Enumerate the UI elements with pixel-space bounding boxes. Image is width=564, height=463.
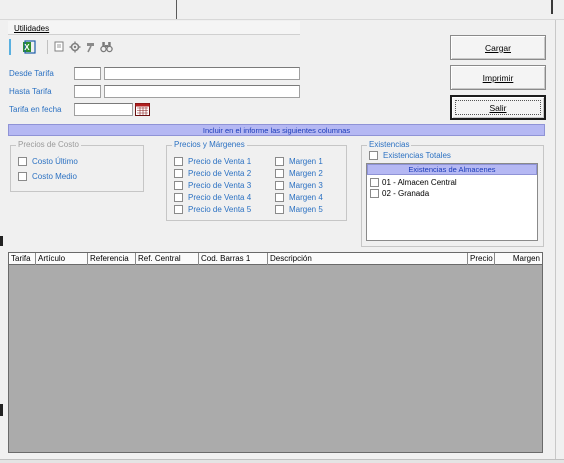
checkbox-box — [174, 205, 183, 214]
grid-header: Tarifa Artículo Referencia Ref. Central … — [9, 253, 542, 265]
checkbox-box — [18, 157, 27, 166]
precio-venta-1-checkbox[interactable]: Precio de Venta 1 — [174, 157, 251, 166]
checkbox-box — [174, 169, 183, 178]
tarifa-fecha-input[interactable] — [74, 103, 133, 116]
column-cod-barras[interactable]: Cod. Barras 1 — [199, 253, 268, 265]
svg-text:X: X — [24, 43, 30, 52]
precio-venta-5-checkbox[interactable]: Precio de Venta 5 — [174, 205, 251, 214]
precio-venta-2-label: Precio de Venta 2 — [188, 169, 252, 178]
checkbox-box — [275, 181, 284, 190]
precio-venta-2-checkbox[interactable]: Precio de Venta 2 — [174, 169, 251, 178]
left-edge-marks — [0, 236, 3, 246]
checkbox-box — [275, 193, 284, 202]
hasta-tarifa-label: Hasta Tarifa — [9, 87, 52, 96]
include-columns-banner: Incluir en el informe las siguientes col… — [8, 124, 545, 136]
results-grid[interactable] — [8, 252, 543, 453]
margen-1-checkbox[interactable]: Margen 1 — [275, 157, 323, 166]
margen-3-label: Margen 3 — [289, 181, 323, 190]
costo-ultimo-label: Costo Último — [32, 157, 78, 166]
margen-4-checkbox[interactable]: Margen 4 — [275, 193, 323, 202]
almacen-item[interactable]: 01 - Almacen Central — [370, 178, 457, 187]
margen-5-checkbox[interactable]: Margen 5 — [275, 205, 323, 214]
tarifa-fecha-label: Tarifa en fecha — [9, 105, 62, 114]
precio-venta-4-checkbox[interactable]: Precio de Venta 4 — [174, 193, 251, 202]
column-ref-central[interactable]: Ref. Central — [136, 253, 199, 265]
margen-2-checkbox[interactable]: Margen 2 — [275, 169, 323, 178]
desde-tarifa-name-input[interactable] — [104, 67, 300, 80]
checkbox-box — [174, 193, 183, 202]
column-articulo[interactable]: Artículo — [36, 253, 88, 265]
cargar-label: Cargar — [485, 42, 511, 53]
margen-5-label: Margen 5 — [289, 205, 323, 214]
calendar-icon[interactable] — [135, 103, 150, 116]
precios-costo-group: Precios de Costo — [10, 140, 144, 192]
checkbox-box — [369, 151, 378, 160]
imprimir-label: Imprimir — [482, 72, 514, 83]
imprimir-button[interactable]: Imprimir — [450, 65, 546, 90]
margen-2-label: Margen 2 — [289, 169, 323, 178]
checkbox-box — [174, 181, 183, 190]
column-margen[interactable]: Margen — [495, 253, 542, 265]
precio-venta-3-label: Precio de Venta 3 — [188, 181, 252, 190]
checkbox-box — [370, 189, 379, 198]
precio-venta-3-checkbox[interactable]: Precio de Venta 3 — [174, 181, 251, 190]
costo-ultimo-checkbox[interactable]: Costo Último — [18, 157, 78, 166]
costo-medio-label: Costo Medio — [32, 172, 77, 181]
background-window-strip — [0, 0, 564, 20]
precios-costo-title: Precios de Costo — [16, 140, 81, 149]
checkbox-box — [275, 169, 284, 178]
checkbox-box — [275, 205, 284, 214]
margen-4-label: Margen 4 — [289, 193, 323, 202]
toolbar-separator — [47, 40, 48, 54]
existencias-totales-label: Existencias Totales — [383, 151, 451, 160]
menu-bar — [8, 21, 300, 35]
binoculars-icon[interactable] — [100, 40, 113, 53]
hasta-tarifa-code-input[interactable] — [74, 85, 101, 98]
margen-3-checkbox[interactable]: Margen 3 — [275, 181, 323, 190]
checkbox-box — [275, 157, 284, 166]
background-window-edge-bottom — [0, 459, 564, 463]
column-descripcion[interactable]: Descripción — [268, 253, 468, 265]
left-edge-marks-2 — [0, 404, 3, 416]
precio-venta-5-label: Precio de Venta 5 — [188, 205, 252, 214]
precio-venta-1-label: Precio de Venta 1 — [188, 157, 252, 166]
costo-medio-checkbox[interactable]: Costo Medio — [18, 172, 77, 181]
margen-1-label: Margen 1 — [289, 157, 323, 166]
salir-label: Salir — [489, 102, 507, 113]
toolbar-grip — [9, 39, 12, 55]
preview-icon[interactable] — [53, 40, 66, 53]
almacen-label: 01 - Almacen Central — [382, 178, 457, 187]
column-tarifa[interactable]: Tarifa — [9, 253, 36, 265]
background-window-edge-right — [551, 0, 553, 14]
desde-tarifa-label: Desde Tarifa — [9, 69, 54, 78]
existencias-title: Existencias — [367, 140, 412, 149]
checkbox-box — [18, 172, 27, 181]
toolbar — [8, 37, 300, 57]
hammer-icon[interactable] — [84, 40, 97, 53]
existencias-totales-checkbox[interactable]: Existencias Totales — [369, 151, 451, 160]
menu-utilidades[interactable]: Utilidades — [14, 24, 49, 33]
background-window-edge — [176, 0, 177, 19]
checkbox-box — [174, 157, 183, 166]
almacenes-header: Existencias de Almacenes — [367, 164, 537, 175]
almacen-label: 02 - Granada — [382, 189, 430, 198]
precio-venta-4-label: Precio de Venta 4 — [188, 193, 252, 202]
cargar-button[interactable]: Cargar — [450, 35, 546, 60]
hasta-tarifa-name-input[interactable] — [104, 85, 300, 98]
column-precio[interactable]: Precio — [468, 253, 495, 265]
desde-tarifa-code-input[interactable] — [74, 67, 101, 80]
salir-button[interactable]: Salir — [450, 95, 546, 120]
precios-margenes-title: Precios y Márgenes — [172, 140, 247, 149]
checkbox-box — [370, 178, 379, 187]
gear-icon[interactable] — [68, 40, 81, 53]
almacen-item[interactable]: 02 - Granada — [370, 189, 429, 198]
export-excel-icon[interactable]: X — [22, 40, 36, 54]
column-referencia[interactable]: Referencia — [88, 253, 136, 265]
